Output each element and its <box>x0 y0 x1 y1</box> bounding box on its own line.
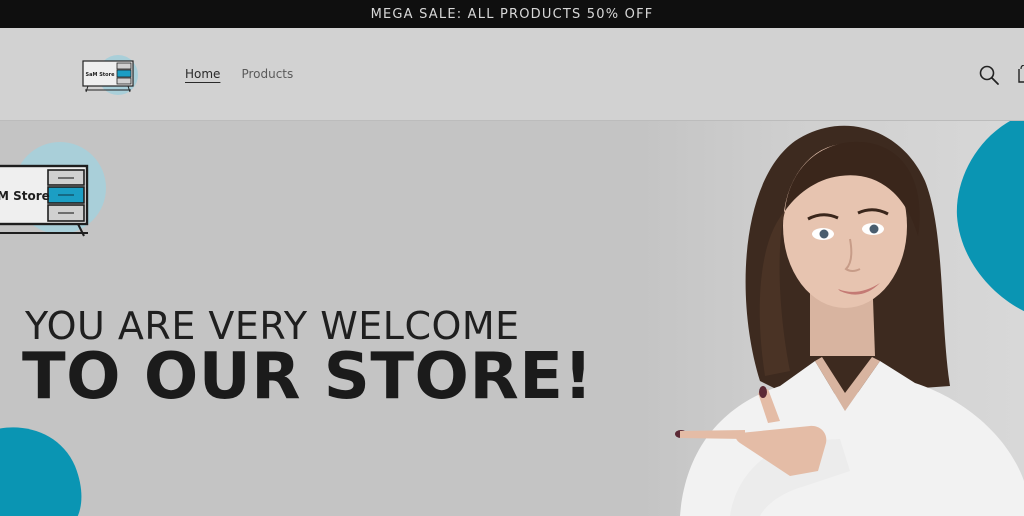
main-nav: Home Products <box>185 67 293 81</box>
hero-banner: SaM Store YOU ARE VERY WELCOME TO OUR ST… <box>0 121 1024 516</box>
search-icon[interactable] <box>978 64 1000 86</box>
hero-heading-line2: TO OUR STORE! <box>22 340 594 414</box>
svg-text:SaM Store: SaM Store <box>86 72 116 78</box>
woman-pointing-image <box>675 125 1024 516</box>
announcement-bar: MEGA SALE: ALL PRODUCTS 50% OFF <box>0 0 1024 28</box>
svg-text:SaM Store: SaM Store <box>0 189 50 203</box>
cart-icon[interactable] <box>1017 65 1024 83</box>
site-header: SaM Store Home Products <box>0 28 1024 121</box>
nav-products-link[interactable]: Products <box>241 67 293 81</box>
accent-blob-left <box>0 427 82 516</box>
nav-home-link[interactable]: Home <box>185 67 220 81</box>
hero-logo: SaM Store <box>0 142 106 237</box>
store-logo[interactable]: SaM Store <box>80 52 142 98</box>
announcement-text: MEGA SALE: ALL PRODUCTS 50% OFF <box>370 6 654 22</box>
